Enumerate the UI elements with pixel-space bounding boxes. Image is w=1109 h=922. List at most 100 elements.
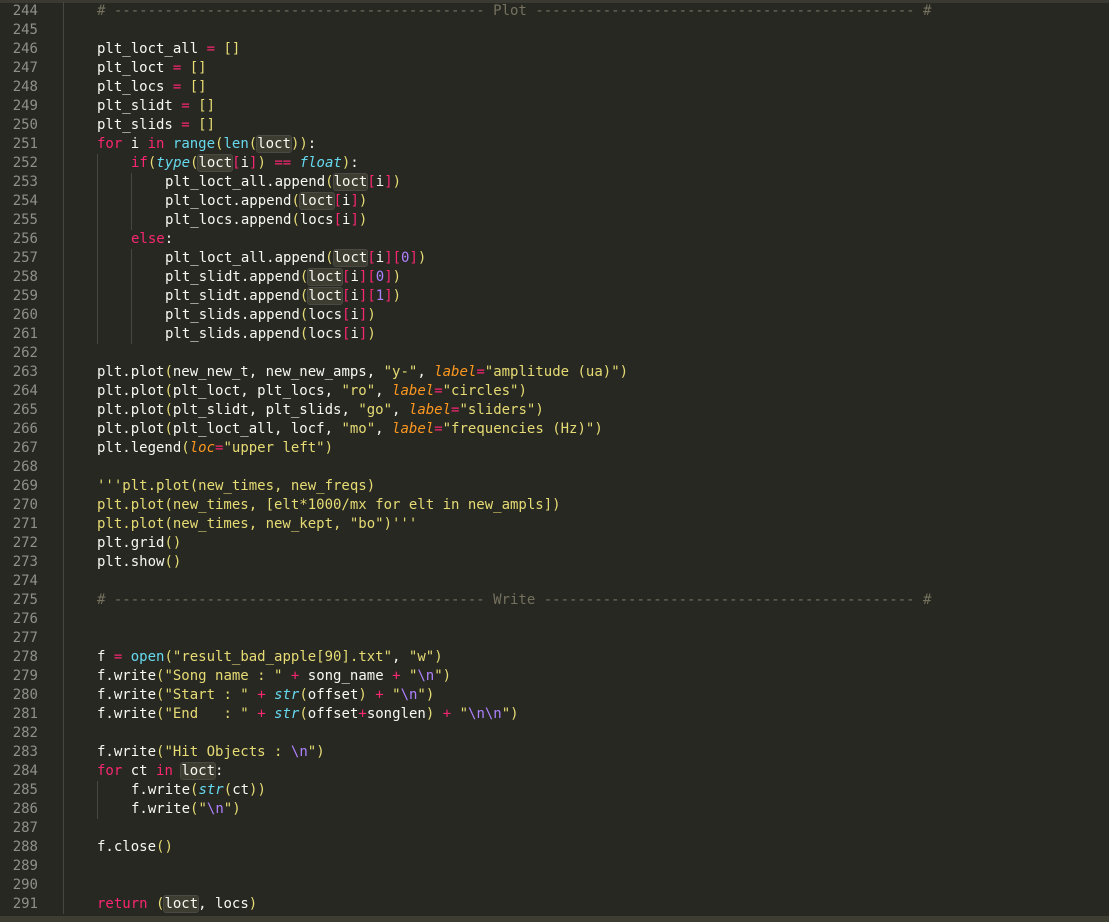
code-text: plt_loct_all = []	[97, 40, 240, 59]
code-line[interactable]: 291 return (loct, locs)	[0, 895, 1109, 914]
code-line[interactable]: 280 f.write("Start : " + str(offset) + "\…	[0, 686, 1109, 705]
token-paren: (	[325, 250, 334, 266]
code-line[interactable]: 287	[0, 819, 1109, 838]
token-paren: (	[181, 440, 190, 456]
token-plain: plt_loct_all.append	[165, 250, 326, 266]
token-num: 0	[375, 269, 385, 285]
token-type: float	[299, 155, 342, 171]
code-line[interactable]: 262	[0, 344, 1109, 363]
code-text: for ct in loct:	[97, 762, 223, 781]
code-line[interactable]: 263 plt.plot(new_new_t, new_new_amps, "y-…	[0, 363, 1109, 382]
token-plain: i	[122, 136, 148, 152]
token-paren: ))	[290, 136, 308, 152]
line-number: 268	[12, 459, 38, 475]
code-line[interactable]: 249 plt_slidt = []	[0, 97, 1109, 116]
code-line[interactable]: 258 plt_slidt.append(loct[i][0])	[0, 268, 1109, 287]
indent-guide	[131, 249, 132, 268]
token-plain: plt_loct_all	[97, 41, 207, 57]
code-line[interactable]: 285 f.write(str(ct))	[0, 781, 1109, 800]
token-op: +	[257, 706, 266, 722]
token-kw: if	[131, 155, 148, 171]
indent-guide	[63, 97, 64, 116]
token-cmt: # --------------------------------------…	[97, 592, 932, 608]
token-paren: (	[325, 174, 334, 190]
code-line[interactable]: 277	[0, 629, 1109, 648]
code-line[interactable]: 248 plt_locs = []	[0, 78, 1109, 97]
token-op: +	[358, 706, 367, 722]
code-line[interactable]: 278 f = open("result_bad_apple[90].txt", …	[0, 648, 1109, 667]
code-line[interactable]: 283 f.write("Hit Objects : \n")	[0, 743, 1109, 762]
token-plain: :	[307, 136, 317, 152]
code-line[interactable]: 286 f.write("\n")	[0, 800, 1109, 819]
code-line[interactable]: 266 plt.plot(plt_loct_all, locf, "mo", la…	[0, 420, 1109, 439]
code-line[interactable]: 260 plt_slids.append(locs[i])	[0, 306, 1109, 325]
indent-guide	[97, 325, 98, 344]
code-line[interactable]: 244 # -----------------------------------…	[0, 2, 1109, 21]
code-line[interactable]: 268	[0, 458, 1109, 477]
code-line[interactable]: 259 plt_slidt.append(loct[i][1])	[0, 287, 1109, 306]
code-line[interactable]: 290	[0, 876, 1109, 895]
indent-guide	[63, 268, 64, 287]
token-plain: i	[375, 250, 385, 266]
code-line[interactable]: 257 plt_loct_all.append(loct[i][0])	[0, 249, 1109, 268]
code-line[interactable]: 269 '''plt.plot(new_times, new_freqs)	[0, 477, 1109, 496]
indent-guide	[131, 325, 132, 344]
code-line[interactable]: 265 plt.plot(plt_slidt, plt_slids, "go", …	[0, 401, 1109, 420]
code-editor[interactable]: 244 # -----------------------------------…	[0, 0, 1109, 922]
code-line[interactable]: 252 if(type(loct[i]) == float):	[0, 154, 1109, 173]
code-line[interactable]: 247 plt_loct = []	[0, 59, 1109, 78]
line-number: 253	[12, 174, 38, 190]
code-line[interactable]: 271 plt.plot(new_times, new_kept, "bo")''…	[0, 515, 1109, 534]
token-type: str	[274, 706, 300, 722]
token-str: '''plt.plot(new_times, new_freqs)	[97, 478, 376, 494]
indent-guide	[131, 306, 132, 325]
token-plain: i	[375, 174, 385, 190]
token-paren: []	[189, 60, 207, 76]
code-line[interactable]: 261 plt_slids.append(locs[i])	[0, 325, 1109, 344]
code-line[interactable]: 288 f.close()	[0, 838, 1109, 857]
token-paren: )	[392, 269, 402, 285]
code-line[interactable]: 245	[0, 21, 1109, 40]
code-line[interactable]: 256 else:	[0, 230, 1109, 249]
token-plain: locs	[308, 307, 343, 323]
code-line[interactable]: 284 for ct in loct:	[0, 762, 1109, 781]
token-str: "upper left"	[223, 440, 325, 456]
code-text: f.write("End : " + str(offset+songlen) +…	[97, 705, 519, 724]
code-line[interactable]: 279 f.write("Song name : " + song_name + …	[0, 667, 1109, 686]
code-line[interactable]: 251 for i in range(len(loct)):	[0, 135, 1109, 154]
code-line[interactable]: 282	[0, 724, 1109, 743]
token-plain: plt_loct_all, locf,	[172, 421, 342, 437]
code-line[interactable]: 253 plt_loct_all.append(loct[i])	[0, 173, 1109, 192]
token-plain: plt_slidt	[97, 98, 182, 114]
token-paren: )	[232, 801, 241, 817]
token-kw: [	[367, 174, 376, 190]
horizontal-scrollbar[interactable]	[0, 916, 1109, 922]
token-bi: range	[172, 136, 216, 152]
code-line[interactable]: 273 plt.show()	[0, 553, 1109, 572]
token-paren: (	[291, 193, 300, 209]
token-plain: ,	[392, 402, 409, 418]
code-line[interactable]: 274	[0, 572, 1109, 591]
code-line[interactable]: 267 plt.legend(loc="upper left")	[0, 439, 1109, 458]
code-line[interactable]: 276	[0, 610, 1109, 629]
indent-guide	[63, 135, 64, 154]
code-line[interactable]: 270 plt.plot(new_times, [elt*1000/mx for …	[0, 496, 1109, 515]
code-line[interactable]: 281 f.write("End : " + str(offset+songlen…	[0, 705, 1109, 724]
token-plain: f.close	[97, 839, 157, 855]
token-cmt: # --------------------------------------…	[97, 3, 932, 19]
code-text: plt_slidt.append(loct[i][1])	[165, 287, 401, 306]
token-plain: ct	[122, 763, 157, 779]
code-line[interactable]: 289	[0, 857, 1109, 876]
token-num: 1	[375, 288, 385, 304]
indent-guide	[63, 439, 64, 458]
indent-guide	[97, 230, 98, 249]
code-line[interactable]: 246 plt_loct_all = []	[0, 40, 1109, 59]
code-line[interactable]: 264 plt.plot(plt_loct, plt_locs, "ro", la…	[0, 382, 1109, 401]
code-line[interactable]: 250 plt_slids = []	[0, 116, 1109, 135]
line-number: 257	[12, 250, 38, 266]
code-line[interactable]: 272 plt.grid()	[0, 534, 1109, 553]
code-line[interactable]: 255 plt_locs.append(locs[i])	[0, 211, 1109, 230]
code-line[interactable]: 275 # -----------------------------------…	[0, 591, 1109, 610]
code-line[interactable]: 254 plt_loct.append(loct[i])	[0, 192, 1109, 211]
indent-guide	[63, 78, 64, 97]
